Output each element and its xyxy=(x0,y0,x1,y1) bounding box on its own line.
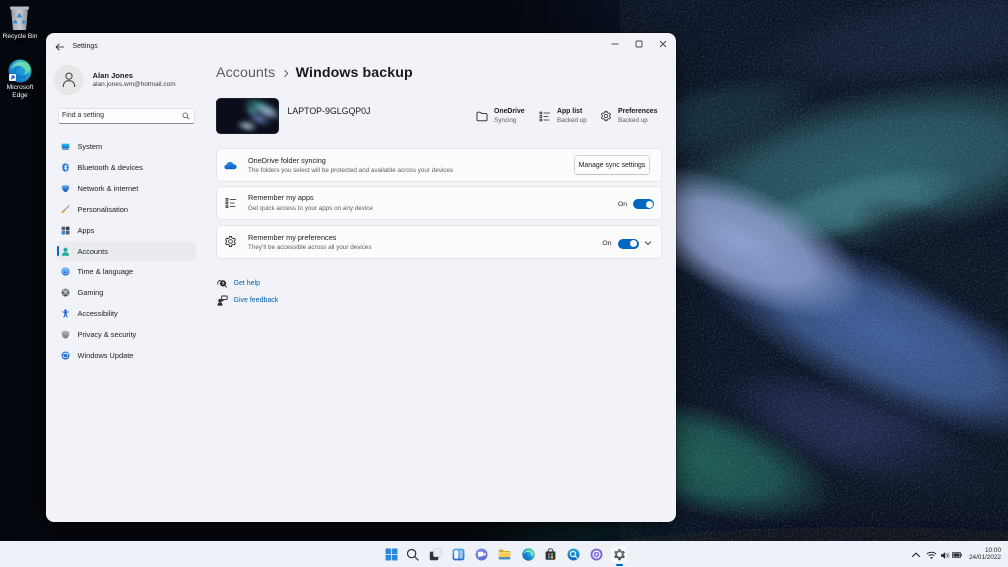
svg-text:?: ? xyxy=(222,281,225,286)
